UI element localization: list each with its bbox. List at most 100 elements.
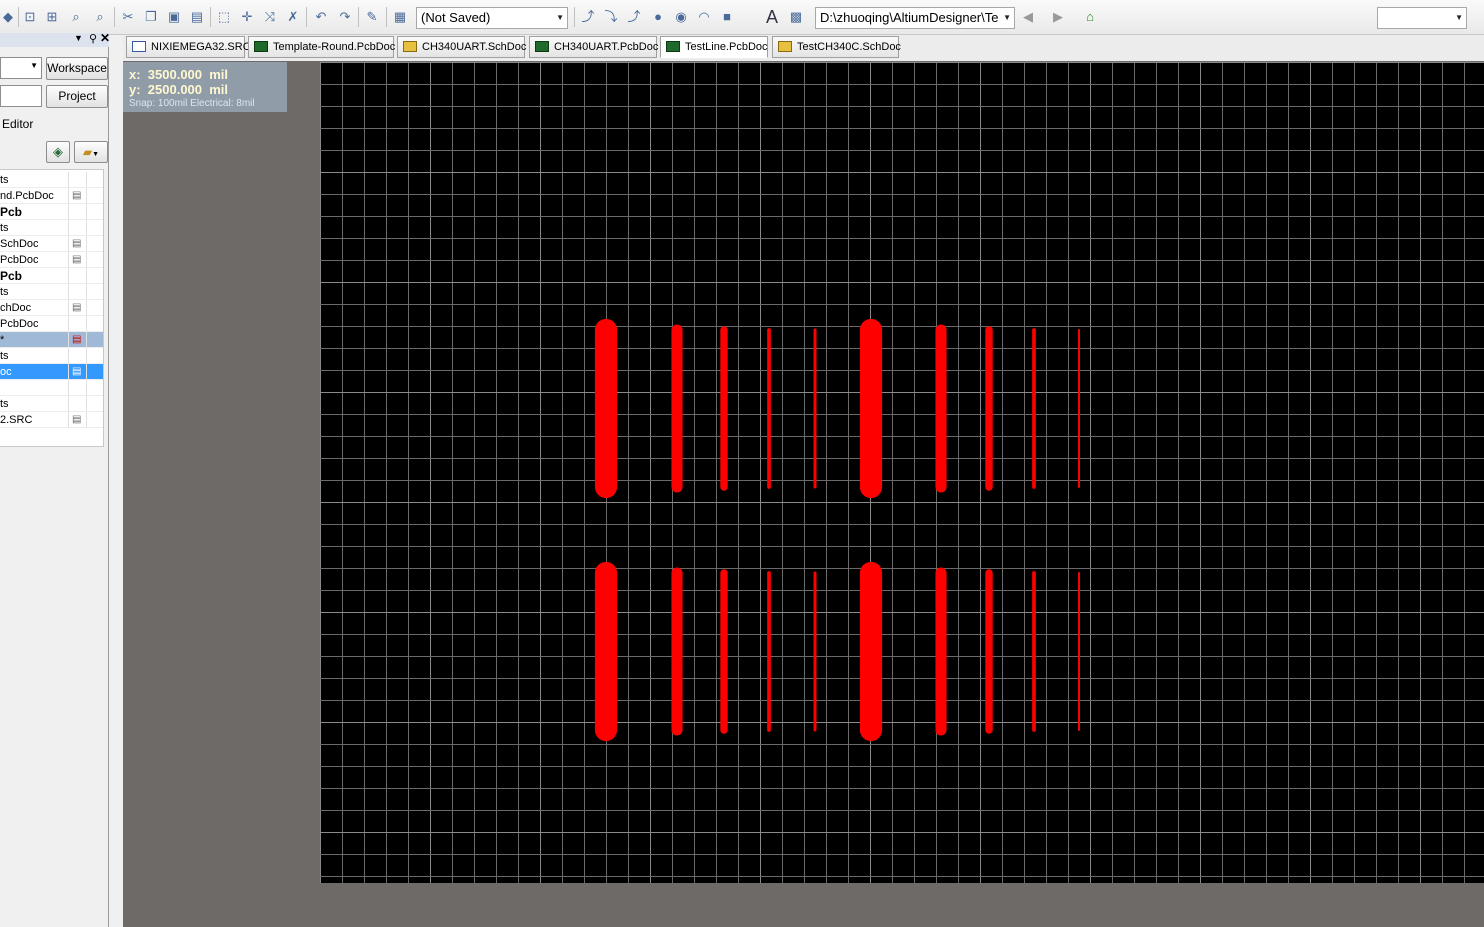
column-divider — [86, 348, 87, 363]
workspace-button[interactable]: Workspace — [46, 57, 108, 80]
zoom-select-icon[interactable]: ⌕ — [68, 9, 84, 25]
chevron-down-icon: ▼ — [1455, 13, 1463, 22]
tree-row[interactable]: ts — [0, 396, 103, 412]
tree-row-label: * — [0, 334, 5, 346]
document-tab[interactable]: Template-Round.PcbDoc — [248, 36, 395, 58]
tree-row[interactable]: chDoc ▤ — [0, 300, 103, 316]
redo-icon[interactable]: ↷ — [337, 9, 353, 25]
tree-row[interactable]: ts — [0, 284, 103, 300]
right-toolbar-combo[interactable]: ▼ — [1377, 7, 1467, 29]
place-component-icon[interactable]: ▩ — [788, 9, 804, 25]
tree-row[interactable] — [0, 380, 103, 396]
column-divider — [86, 236, 87, 251]
route-multiple-icon[interactable]: ⤴ — [626, 9, 642, 25]
select-rect-icon[interactable]: ⬚ — [216, 9, 232, 25]
column-divider — [86, 172, 87, 187]
toolbar-separator — [210, 7, 211, 27]
tree-row[interactable]: * ▤ — [0, 332, 103, 348]
toolbar-separator — [358, 7, 359, 27]
clear-selection-icon[interactable]: ✗ — [285, 9, 301, 25]
tree-row-label: oc — [0, 366, 12, 378]
find-similar-icon[interactable]: ▦ — [392, 9, 408, 25]
place-pad-icon[interactable]: ◉ — [673, 9, 689, 25]
place-fill-icon[interactable]: ■ — [719, 9, 735, 25]
rubber-stamp-icon[interactable]: ▤ — [189, 9, 205, 25]
column-divider — [86, 204, 87, 219]
pin-icon[interactable]: ⚲ — [89, 32, 97, 45]
column-divider — [68, 348, 69, 363]
document-icon: ▤ — [72, 238, 82, 249]
document-tab[interactable]: TestCH340C.SchDoc — [772, 36, 901, 58]
project-options-button[interactable]: ▰▼ — [74, 141, 108, 163]
column-divider — [68, 204, 69, 219]
document-tab[interactable]: NIXIEMEGA32.SRC — [126, 36, 251, 58]
column-divider — [86, 220, 87, 235]
projects-panel: ▼ ⚲ ✕ ▼ Workspace Project Editor ◈ ▰▼ ts… — [0, 31, 110, 927]
panel-menu-icon[interactable]: ▼ — [74, 33, 83, 43]
tree-row[interactable]: PcbDoc — [0, 316, 103, 332]
toolbar-separator — [306, 7, 307, 27]
tree-row[interactable]: Pcb — [0, 204, 103, 220]
tree-row-label: PcbDoc — [0, 254, 39, 266]
zoom-filter-icon[interactable]: ⌕ — [92, 9, 108, 25]
file-view-icon: ◈ — [53, 144, 63, 159]
document-tab[interactable]: TestLine.PcbDoc — [660, 36, 768, 58]
document-tab[interactable]: CH340UART.PcbDoc — [529, 36, 658, 58]
structure-view-button[interactable]: ◈ — [46, 141, 70, 163]
deselect-icon[interactable]: ⤨ — [262, 9, 278, 25]
document-tab-label: CH340UART.SchDoc — [422, 41, 527, 53]
place-text-icon[interactable]: A — [764, 8, 780, 26]
tree-row[interactable]: SchDoc ▤ — [0, 236, 103, 252]
project-select[interactable] — [0, 85, 42, 107]
document-icon: ▤ — [72, 254, 82, 265]
tree-row[interactable]: PcbDoc ▤ — [0, 252, 103, 268]
pcb-board[interactable] — [320, 62, 1484, 883]
undo-icon[interactable]: ↶ — [313, 9, 329, 25]
copy-icon[interactable]: ❐ — [143, 9, 159, 25]
paste-icon[interactable]: ▣ — [166, 9, 182, 25]
route-diff-pair-icon[interactable]: ⤵ — [603, 9, 619, 25]
layers-icon[interactable]: ◆ — [0, 9, 16, 25]
column-divider — [68, 396, 69, 411]
zoom-fit-icon[interactable]: ⊡ — [22, 9, 38, 25]
workspace-select[interactable]: ▼ — [0, 57, 42, 79]
asm-file-icon — [132, 41, 146, 52]
interactive-route-icon[interactable]: ⤴ — [580, 9, 596, 25]
column-divider — [68, 380, 69, 395]
forward-icon[interactable]: ▶ — [1050, 9, 1066, 25]
coordinate-hud: x: 3500.000 mil y: 2500.000 mil Snap: 10… — [123, 62, 287, 112]
place-arc-icon[interactable]: ◠ — [696, 9, 712, 25]
editor-label: Editor — [2, 117, 34, 131]
tree-row[interactable]: Pcb — [0, 268, 103, 284]
column-divider — [68, 364, 69, 379]
panel-header: ▼ ⚲ ✕ — [0, 31, 110, 47]
zoom-area-icon[interactable]: ⊞ — [44, 9, 60, 25]
home-icon[interactable]: ⌂ — [1082, 9, 1098, 25]
tree-row-label: SchDoc — [0, 238, 39, 250]
back-icon[interactable]: ◀ — [1020, 9, 1036, 25]
cut-icon[interactable]: ✂ — [120, 9, 136, 25]
place-via-icon[interactable]: ● — [650, 9, 666, 25]
snap-readout: Snap: 100mil Electrical: 8mil — [129, 98, 255, 109]
tree-row[interactable]: ts — [0, 220, 103, 236]
toolbar-separator — [18, 7, 19, 27]
document-icon: ▤ — [72, 190, 82, 201]
move-icon[interactable]: ✛ — [239, 9, 255, 25]
cursor-x-readout: x: 3500.000 mil — [129, 67, 229, 82]
view-config-combo[interactable]: (Not Saved) ▼ — [416, 7, 568, 29]
tree-row-label: ts — [0, 174, 9, 186]
close-icon[interactable]: ✕ — [100, 31, 110, 45]
tree-row[interactable]: oc ▤ — [0, 364, 103, 380]
column-divider — [68, 412, 69, 427]
cross-probe-icon[interactable]: ✎ — [364, 9, 380, 25]
tree-row[interactable]: ts — [0, 348, 103, 364]
document-tab[interactable]: CH340UART.SchDoc — [397, 36, 527, 58]
document-tab-label: TestCH340C.SchDoc — [797, 41, 901, 53]
tree-row[interactable]: ts — [0, 172, 103, 188]
tree-row[interactable]: 2.SRC ▤ — [0, 412, 103, 428]
document-tab-label: NIXIEMEGA32.SRC — [151, 41, 251, 53]
document-path-combo[interactable]: D:\zhuoqing\AltiumDesigner\Te ▼ — [815, 7, 1015, 29]
project-button[interactable]: Project — [46, 85, 108, 108]
tree-row[interactable]: nd.PcbDoc ▤ — [0, 188, 103, 204]
toolbar-separator — [386, 7, 387, 27]
